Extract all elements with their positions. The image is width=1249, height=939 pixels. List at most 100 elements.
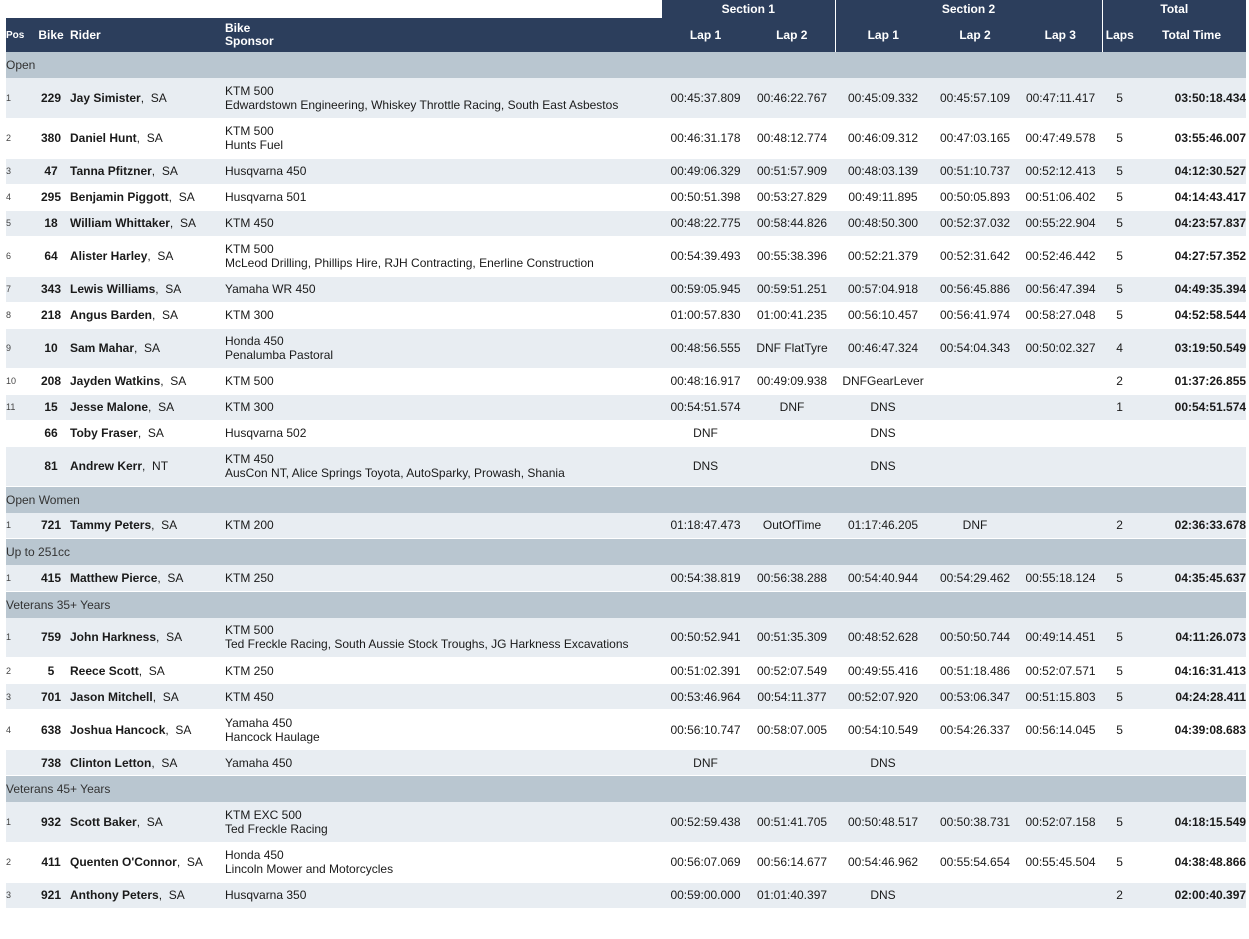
bike-sponsor-cell: Honda 450 Penalumba Pastoral xyxy=(225,328,662,369)
rider-name-link[interactable]: Clinton Letton xyxy=(70,756,151,770)
s2-lap2-time: 00:56:41.974 xyxy=(931,302,1020,329)
rider-name-link[interactable]: Alister Harley xyxy=(70,249,147,263)
result-row[interactable]: 2 380 Daniel Hunt, SA KTM 500 Hunts Fuel 00:4… xyxy=(6,118,1247,159)
bike-sponsor-cell: Husqvarna 502 xyxy=(225,420,662,447)
rider-name-link[interactable]: Anthony Peters xyxy=(70,888,159,902)
result-row[interactable]: 66 Toby Fraser, SA Husqvarna 502 DNF DNS xyxy=(6,420,1247,447)
bike-model: Yamaha 450 xyxy=(225,715,293,730)
rider-cell: Scott Baker, SA xyxy=(70,802,225,843)
result-row[interactable]: 1 229 Jay Simister, SA KTM 500 Edwardstown E… xyxy=(6,78,1247,119)
rider-name-link[interactable]: Quenten O'Connor xyxy=(70,855,177,869)
rider-state: SA xyxy=(165,282,182,296)
rider-name-link[interactable]: Tanna Pfitzner xyxy=(70,164,152,178)
rider-column-header[interactable]: Rider xyxy=(70,18,225,52)
s1-lap1-time: 00:48:22.775 xyxy=(662,210,749,237)
rider-name-link[interactable]: Benjamin Piggott xyxy=(70,190,169,204)
total-time-column-header[interactable]: Total Time xyxy=(1137,18,1247,52)
rider-name-link[interactable]: John Harkness xyxy=(70,630,156,644)
s2-lap3-time: 00:52:12.413 xyxy=(1019,158,1103,185)
s2-lap3-time: 00:55:22.904 xyxy=(1019,210,1103,237)
result-row[interactable]: 1 759 John Harkness, SA KTM 500 Ted Freckle … xyxy=(6,617,1247,658)
s1-lap2-time: 00:58:44.826 xyxy=(749,210,836,237)
position-cell: 2 xyxy=(6,657,32,684)
result-row[interactable]: 11 15 Jesse Malone, SA KTM 300 00:54:51.574 D… xyxy=(6,394,1247,421)
result-row[interactable]: 8 218 Angus Barden, SA KTM 300 01:00:57.830 0… xyxy=(6,302,1247,329)
rider-name-link[interactable]: Andrew Kerr xyxy=(70,459,142,473)
result-row[interactable]: 1 415 Matthew Pierce, SA KTM 250 00:54:38.81… xyxy=(6,565,1247,592)
rider-name-link[interactable]: Jayden Watkins xyxy=(70,374,160,388)
rider-name-link[interactable]: Toby Fraser xyxy=(70,426,138,440)
result-row[interactable]: 10 208 Jayden Watkins, SA KTM 500 00:48:16.9… xyxy=(6,368,1247,395)
rider-name-link[interactable]: Daniel Hunt xyxy=(70,131,137,145)
s2-lap3-column-header[interactable]: Lap 3 xyxy=(1019,18,1103,52)
bike-model: KTM 200 xyxy=(225,518,274,533)
result-row[interactable]: 4 638 Joshua Hancock, SA Yamaha 450 Hancock … xyxy=(6,709,1247,750)
position-cell: 1 xyxy=(6,617,32,658)
rider-name-link[interactable]: Jay Simister xyxy=(70,91,141,105)
bike-sponsor-column-header[interactable]: Bike Sponsor xyxy=(225,18,662,52)
bike-column-header[interactable]: Bike xyxy=(32,18,70,52)
rider-name-link[interactable]: Jason Mitchell xyxy=(70,690,153,704)
pos-column-header[interactable]: Pos xyxy=(6,18,32,52)
rider-name-link[interactable]: Scott Baker xyxy=(70,815,137,829)
s2-lap3-time: 00:51:15.803 xyxy=(1019,683,1103,710)
s2-lap2-time: 00:47:03.165 xyxy=(931,118,1020,159)
laps-count: 2 xyxy=(1102,368,1138,395)
bike-number-cell: 208 xyxy=(32,368,70,395)
rider-cell: Lewis Williams, SA xyxy=(70,276,225,303)
result-row[interactable]: 3 47 Tanna Pfitzner, SA Husqvarna 450 00:49:… xyxy=(6,158,1247,185)
result-row[interactable]: 4 295 Benjamin Piggott, SA Husqvarna 501 00:… xyxy=(6,184,1247,211)
s1-lap1-column-header[interactable]: Lap 1 xyxy=(662,18,749,52)
position-cell: 4 xyxy=(6,184,32,211)
rider-state: SA xyxy=(162,689,179,704)
result-row[interactable]: 9 10 Sam Mahar, SA Honda 450 Penalumba Pasto… xyxy=(6,328,1247,369)
rider-name-link[interactable]: Reece Scott xyxy=(70,664,139,678)
laps-count: 5 xyxy=(1102,842,1138,883)
result-row[interactable]: 1 932 Scott Baker, SA KTM EXC 500 Ted Freckl… xyxy=(6,802,1247,843)
bike-sponsor-cell: KTM 200 xyxy=(225,512,662,539)
result-row[interactable]: 2 411 Quenten O'Connor, SA Honda 450 Lincoln… xyxy=(6,842,1247,883)
s1-lap1-time: 00:56:07.069 xyxy=(662,842,749,883)
rider-state: SA xyxy=(168,888,185,902)
bike-model: KTM 500 xyxy=(225,623,274,638)
result-row[interactable]: 6 64 Alister Harley, SA KTM 500 McLeod Drill… xyxy=(6,236,1247,277)
s2-lap1-time: DNS xyxy=(835,394,932,421)
result-row[interactable]: 1 721 Tammy Peters, SA KTM 200 01:18:47.473 O… xyxy=(6,512,1247,539)
result-row[interactable]: 7 343 Lewis Williams, SA Yamaha WR 450 00:59… xyxy=(6,276,1247,303)
s1-lap1-time: DNF xyxy=(662,420,749,447)
result-row[interactable]: 81 Andrew Kerr, NT KTM 450 AusCon NT, Alice… xyxy=(6,446,1247,487)
rider-name-link[interactable]: Angus Barden xyxy=(70,308,152,322)
rider-state: SA xyxy=(146,131,163,145)
s2-lap2-time: 00:55:54.654 xyxy=(931,842,1020,883)
laps-column-header[interactable]: Laps xyxy=(1101,18,1138,52)
bike-number-cell: 64 xyxy=(32,236,70,277)
position-cell: 2 xyxy=(6,118,32,159)
s1-lap1-time: 00:59:00.000 xyxy=(662,882,749,909)
rider-name-link[interactable]: Joshua Hancock xyxy=(70,723,165,737)
result-row[interactable]: 3 701 Jason Mitchell, SA KTM 450 00:53:46.96… xyxy=(6,683,1247,710)
s1-lap2-column-header[interactable]: Lap 2 xyxy=(749,18,836,52)
total-time: 04:27:57.352 xyxy=(1137,236,1247,277)
total-time: 04:52:58.544 xyxy=(1137,302,1247,329)
bike-sponsor-cell: KTM 450 xyxy=(225,683,662,710)
rider-name-link[interactable]: Jesse Malone xyxy=(70,400,148,414)
rider-name-link[interactable]: William Whittaker xyxy=(70,216,170,230)
result-row[interactable]: 738 Clinton Letton, SA Yamaha 450 DNF DNS xyxy=(6,749,1247,776)
result-row[interactable]: 5 18 William Whittaker, SA KTM 450 00:48:22.… xyxy=(6,210,1247,237)
result-row[interactable]: 2 5 Reece Scott, SA KTM 250 00:51:02.391 00:5… xyxy=(6,657,1247,684)
bike-number-cell: 47 xyxy=(32,158,70,185)
s2-lap2-column-header[interactable]: Lap 2 xyxy=(931,18,1020,52)
s2-lap2-time: 00:54:29.462 xyxy=(931,565,1020,592)
result-row[interactable]: 3 921 Anthony Peters, SA Husqvarna 350 00:59… xyxy=(6,882,1247,909)
s1-lap1-time: 00:51:02.391 xyxy=(662,657,749,684)
bike-model: KTM 300 xyxy=(225,308,274,322)
s2-lap1-time: 00:45:09.332 xyxy=(835,78,932,119)
rider-name-link[interactable]: Lewis Williams xyxy=(70,282,155,296)
rider-name-link[interactable]: Tammy Peters xyxy=(70,518,151,532)
s2-lap1-column-header[interactable]: Lap 1 xyxy=(834,18,932,52)
rider-cell: Jesse Malone, SA xyxy=(70,394,225,421)
rider-state-sep: , xyxy=(151,755,162,770)
rider-name-link[interactable]: Sam Mahar xyxy=(70,341,134,355)
bike-number-cell: 701 xyxy=(32,683,70,710)
rider-name-link[interactable]: Matthew Pierce xyxy=(70,571,157,585)
